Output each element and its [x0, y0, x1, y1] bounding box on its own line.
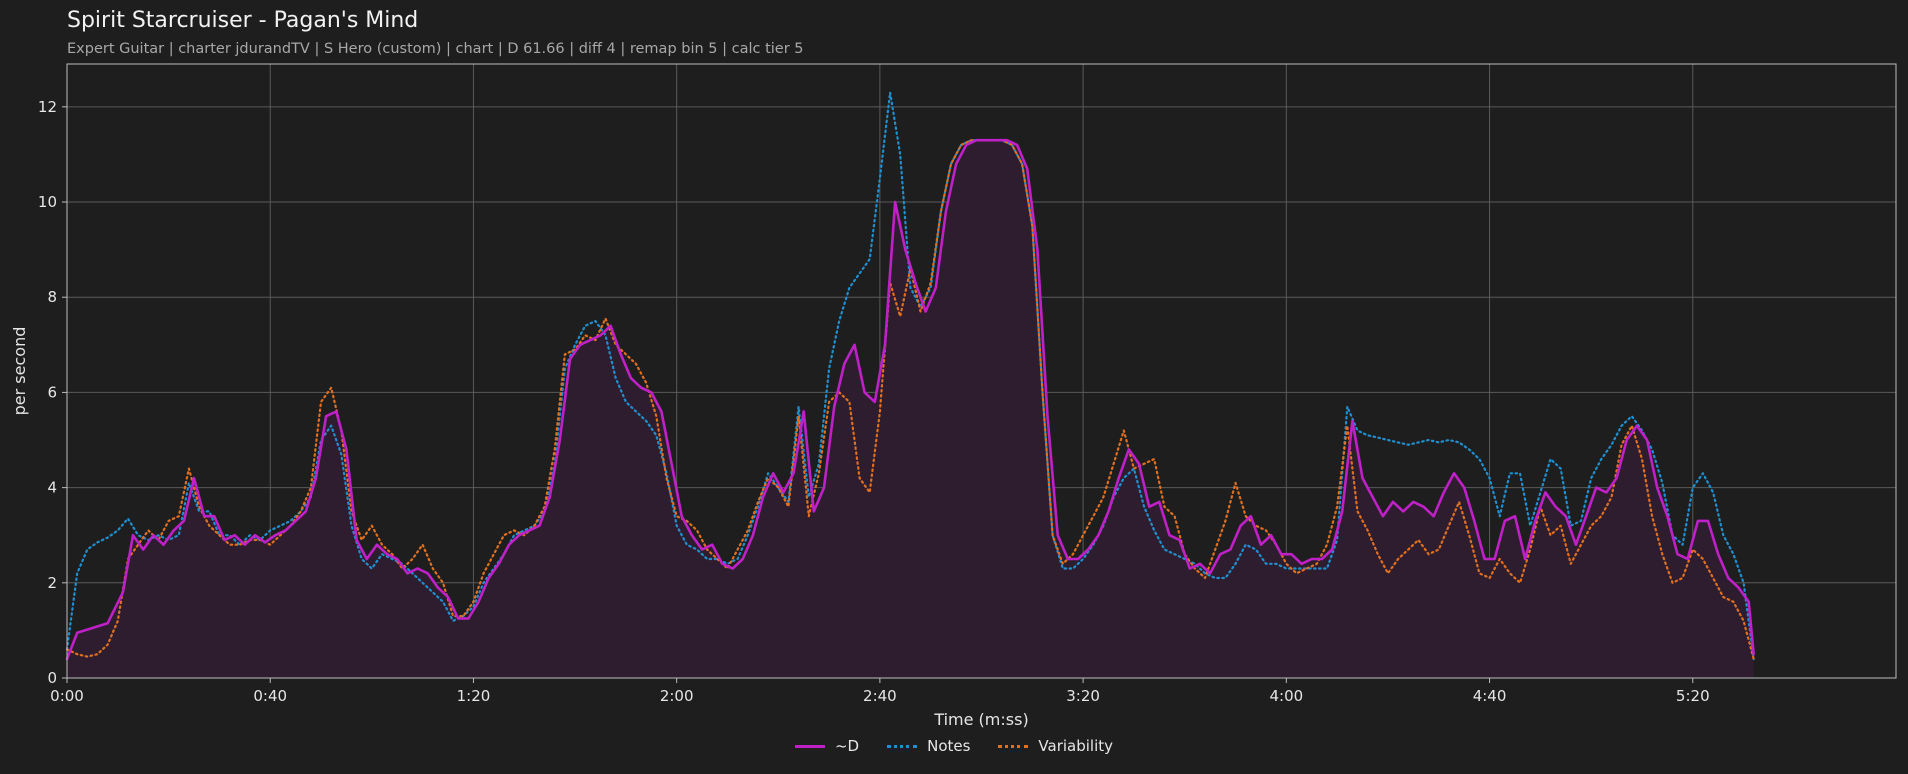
- y-tick-label: 2: [47, 574, 57, 592]
- legend-item-d: ~D: [794, 737, 860, 755]
- legend-swatch-notes: [887, 744, 918, 748]
- x-tick-label: 0:00: [50, 687, 84, 705]
- y-tick-label: 10: [38, 193, 57, 211]
- legend-swatch-d: [794, 744, 825, 748]
- y-tick-label: 8: [47, 288, 57, 306]
- y-tick-label: 4: [47, 479, 57, 497]
- x-tick-label: 4:00: [1269, 687, 1303, 705]
- chart: 0:00 0:40 1:20 2:00 2:40 3:20 4:00 4:40 5:20 0 2 4 6…: [10, 63, 1897, 729]
- y-tick-label: 6: [47, 383, 57, 401]
- y-tick-label: 0: [47, 669, 57, 687]
- x-tick-label: 2:40: [863, 687, 897, 705]
- legend: ~D Notes Variability: [0, 737, 1908, 755]
- x-tick-label: 5:20: [1676, 687, 1710, 705]
- legend-label-notes: Notes: [927, 737, 971, 755]
- legend-label-variability: Variability: [1038, 737, 1114, 755]
- legend-swatch-variability: [998, 744, 1029, 748]
- x-tick-label: 0:40: [253, 687, 287, 705]
- legend-item-notes: Notes: [887, 737, 970, 755]
- x-tick-label: 4:40: [1473, 687, 1507, 705]
- x-axis-label: Time (m:ss): [933, 710, 1028, 729]
- x-tick-label: 1:20: [457, 687, 491, 705]
- x-tick-label: 2:00: [660, 687, 694, 705]
- y-tick-label: 12: [38, 98, 57, 116]
- legend-item-variability: Variability: [998, 737, 1113, 755]
- legend-label-d: ~D: [834, 737, 860, 755]
- y-axis-label: per second: [10, 327, 29, 416]
- x-tick-label: 3:20: [1066, 687, 1100, 705]
